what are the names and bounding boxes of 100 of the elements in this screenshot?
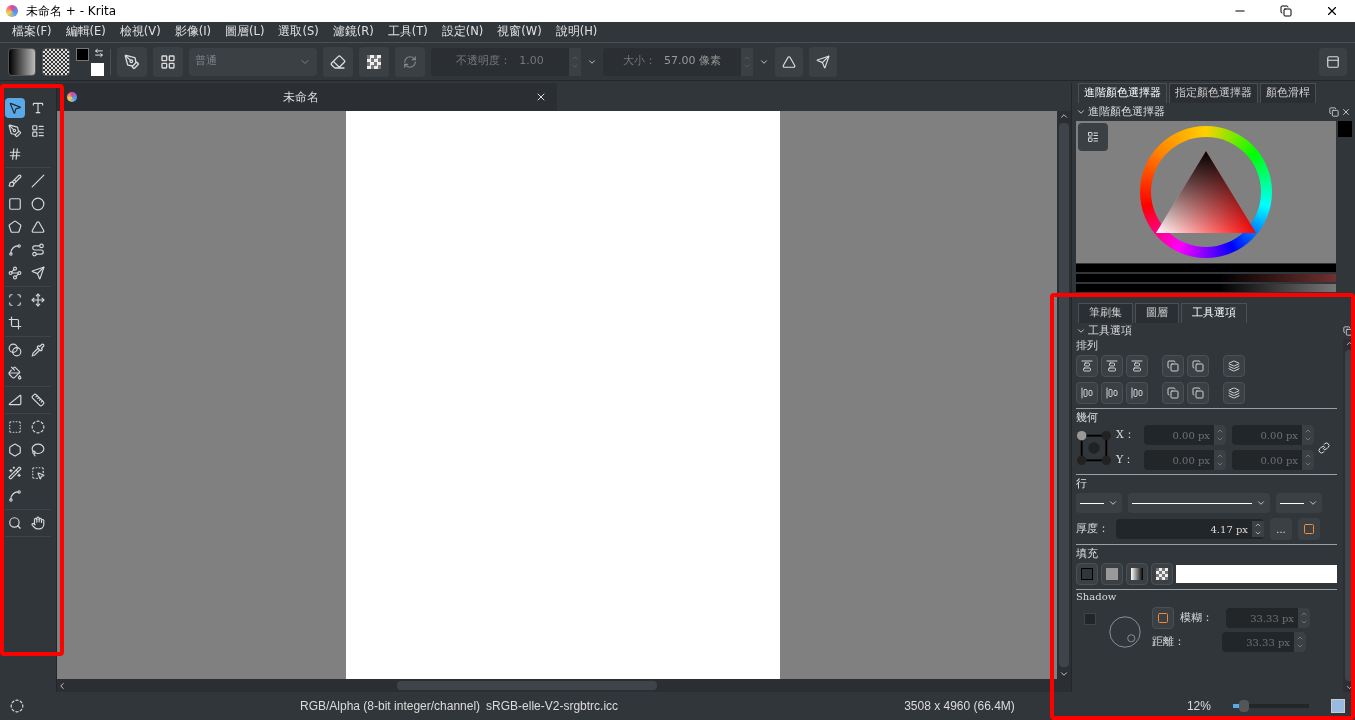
settings-button[interactable] bbox=[1078, 123, 1108, 151]
gradient-icon bbox=[8, 343, 22, 357]
order-button[interactable] bbox=[1162, 382, 1184, 404]
brush-settings-button[interactable] bbox=[153, 46, 183, 77]
horizontal-scrollbar[interactable] bbox=[57, 679, 1071, 692]
path-icon bbox=[31, 243, 45, 257]
cursor-tool[interactable] bbox=[5, 98, 25, 118]
collapse-icon[interactable] bbox=[1076, 326, 1086, 336]
anchor-point-icon[interactable] bbox=[1076, 429, 1112, 466]
freehand-path-icon bbox=[8, 266, 22, 280]
caret-icon bbox=[1308, 498, 1318, 508]
dashed-circle-icon bbox=[31, 420, 45, 434]
order-button[interactable] bbox=[1187, 355, 1209, 377]
collapse-icon[interactable] bbox=[1076, 107, 1086, 117]
stroke-color-button[interactable] bbox=[1298, 518, 1320, 540]
scroll-left-icon[interactable] bbox=[57, 680, 67, 691]
align-button[interactable] bbox=[1126, 355, 1148, 377]
scroll-down-icon[interactable] bbox=[1059, 669, 1069, 679]
spin-buttons[interactable] bbox=[1294, 632, 1306, 652]
order-button[interactable] bbox=[1162, 355, 1184, 377]
float-icon[interactable] bbox=[1343, 326, 1353, 336]
eyedropper-icon bbox=[31, 343, 45, 357]
spin-buttons[interactable] bbox=[1298, 608, 1310, 628]
pattern-fill-button[interactable] bbox=[1151, 563, 1173, 585]
align-button[interactable] bbox=[1076, 355, 1098, 377]
spin-buttons[interactable] bbox=[1252, 521, 1264, 537]
menu-item[interactable]: 濾鏡(R) bbox=[326, 23, 380, 41]
docker-tab[interactable]: 指定顏色選擇器 bbox=[1169, 83, 1258, 103]
menu-item[interactable]: 影像(I) bbox=[168, 23, 218, 41]
close-icon[interactable] bbox=[1341, 107, 1351, 117]
paint-bucket-icon bbox=[8, 366, 22, 380]
pattern-fill-icon bbox=[1156, 568, 1168, 580]
line-style-dropdown[interactable] bbox=[1128, 493, 1270, 513]
shadow-direction-dial[interactable] bbox=[1108, 615, 1142, 649]
distribute-button[interactable] bbox=[1101, 382, 1123, 404]
color-history-bars[interactable] bbox=[1076, 263, 1336, 293]
spin-buttons[interactable] bbox=[1214, 425, 1226, 445]
solid-fill-icon bbox=[1106, 568, 1118, 580]
menu-item[interactable]: 檔案(F) bbox=[6, 23, 58, 41]
shadow-checkbox[interactable] bbox=[1084, 613, 1096, 625]
pattern-swatch[interactable] bbox=[42, 47, 70, 76]
gradient-fill-button[interactable] bbox=[1126, 563, 1148, 585]
docker-tab[interactable]: 顏色滑桿 bbox=[1260, 83, 1316, 103]
selection-icon[interactable] bbox=[10, 699, 24, 713]
group-button[interactable] bbox=[1223, 355, 1245, 377]
canvas-area[interactable] bbox=[57, 111, 1057, 679]
close-icon bbox=[1325, 4, 1339, 18]
menu-item[interactable]: 說明(H) bbox=[549, 23, 604, 41]
order-button[interactable] bbox=[1187, 382, 1209, 404]
close-icon[interactable] bbox=[535, 91, 547, 103]
zoom-text: 12% bbox=[1186, 698, 1211, 715]
distribute-button[interactable] bbox=[1126, 382, 1148, 404]
ruler-icon bbox=[31, 393, 45, 407]
menu-item[interactable]: 編輯(E) bbox=[59, 23, 112, 41]
menu-item[interactable]: 圖層(L) bbox=[219, 23, 271, 41]
distribute-button[interactable] bbox=[1076, 382, 1098, 404]
zoom-slider-thumb[interactable] bbox=[1239, 700, 1249, 712]
menu-item[interactable]: 視窗(W) bbox=[491, 23, 548, 41]
fill-color-swatch[interactable] bbox=[1176, 565, 1337, 583]
arrowhead-icon bbox=[816, 54, 830, 69]
align-button[interactable] bbox=[1101, 355, 1123, 377]
line-end-dropdown[interactable] bbox=[1276, 493, 1322, 513]
square-icon bbox=[1303, 523, 1315, 535]
scroll-up-icon[interactable] bbox=[1344, 339, 1354, 348]
docker-tab[interactable]: 筆刷集 bbox=[1078, 303, 1133, 323]
brush-preset-button[interactable] bbox=[117, 46, 147, 77]
eraser-button[interactable] bbox=[323, 46, 353, 77]
menu-item[interactable]: 工具(T) bbox=[381, 23, 434, 41]
link-icon[interactable] bbox=[1318, 441, 1330, 454]
spin-buttons[interactable] bbox=[1214, 450, 1226, 470]
pen-icon bbox=[124, 53, 140, 70]
color-swatches-icon[interactable] bbox=[76, 47, 104, 76]
line-start-dropdown[interactable] bbox=[1076, 493, 1122, 513]
alpha-lock-button[interactable] bbox=[359, 46, 389, 77]
mirror-vertical-button[interactable] bbox=[809, 46, 837, 77]
reload-button[interactable] bbox=[395, 46, 425, 77]
size-spinbox[interactable]: 大小： 57.00 像素 bbox=[603, 47, 753, 76]
ungroup-button[interactable] bbox=[1223, 382, 1245, 404]
scroll-down-icon[interactable] bbox=[1344, 683, 1354, 692]
no-fill-button[interactable] bbox=[1076, 563, 1098, 585]
menu-item[interactable]: 設定(N) bbox=[435, 23, 490, 41]
docker-tab[interactable]: 圖層 bbox=[1135, 303, 1179, 323]
document-tab[interactable]: 未命名 bbox=[57, 83, 557, 111]
scroll-up-icon[interactable] bbox=[1059, 111, 1069, 121]
polygon-icon bbox=[8, 220, 22, 234]
docker-tab[interactable]: 進階顏色選擇器 bbox=[1078, 83, 1167, 103]
docker-tab[interactable]: 工具選項 bbox=[1181, 303, 1247, 323]
shadow-color-button[interactable] bbox=[1152, 607, 1174, 629]
menu-item[interactable]: 檢視(V) bbox=[113, 23, 167, 41]
more-button[interactable]: ... bbox=[1270, 518, 1292, 540]
section-label: 填充 bbox=[1076, 547, 1099, 561]
color-selector[interactable] bbox=[1076, 121, 1336, 263]
workspace-button[interactable] bbox=[1319, 47, 1347, 76]
mirror-horizontal-button[interactable] bbox=[775, 46, 803, 77]
solid-fill-button[interactable] bbox=[1101, 563, 1123, 585]
menu-item[interactable]: 選取(S) bbox=[272, 23, 325, 41]
float-icon[interactable] bbox=[1329, 107, 1339, 117]
gradient-swatch[interactable] bbox=[8, 47, 36, 76]
vertical-scrollbar[interactable] bbox=[1057, 111, 1071, 679]
profile-text: sRGB-elle-V2-srgbtrc.icc bbox=[486, 698, 619, 715]
